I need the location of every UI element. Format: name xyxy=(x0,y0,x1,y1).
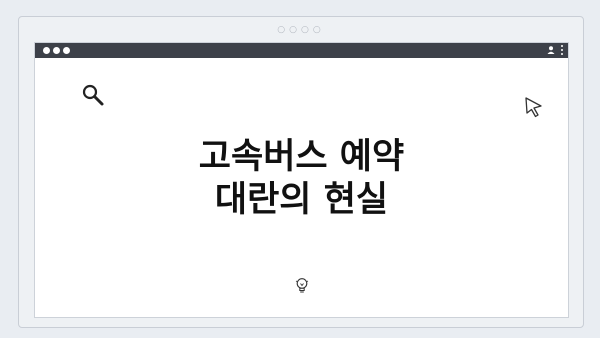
window-titlebar xyxy=(35,43,568,58)
title-line-1: 고속버스 예약 xyxy=(198,137,405,177)
kebab-menu-icon[interactable] xyxy=(561,45,564,55)
window-controls xyxy=(43,47,70,54)
title-line-2: 대란의 현실 xyxy=(214,180,389,220)
page-title: 고속버스 예약 대란의 현실 xyxy=(35,136,568,222)
close-dot[interactable] xyxy=(43,47,50,54)
browser-window: 고속버스 예약 대란의 현실 xyxy=(34,42,569,318)
cursor-icon xyxy=(525,97,542,118)
minimize-dot[interactable] xyxy=(53,47,60,54)
maximize-dot[interactable] xyxy=(63,47,70,54)
page-dots-indicator: ○○○○ xyxy=(277,25,325,35)
user-icon[interactable] xyxy=(546,45,556,55)
lightbulb-icon xyxy=(295,278,309,293)
search-icon xyxy=(82,84,104,106)
